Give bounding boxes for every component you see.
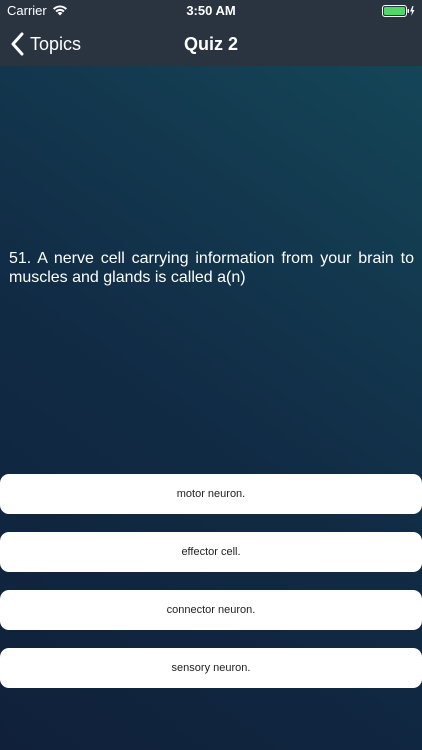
- answer-label: sensory neuron.: [171, 662, 251, 674]
- clock: 3:50 AM: [186, 3, 236, 18]
- answer-label: effector cell.: [181, 546, 241, 558]
- status-bar: Carrier 3:50 AM: [0, 0, 422, 22]
- answer-button-1[interactable]: motor neuron.: [0, 474, 422, 514]
- answer-label: connector neuron.: [166, 604, 256, 616]
- answer-button-2[interactable]: effector cell.: [0, 532, 422, 572]
- back-button[interactable]: Topics: [10, 22, 81, 66]
- answer-button-3[interactable]: connector neuron.: [0, 590, 422, 630]
- chevron-left-icon: [11, 32, 24, 56]
- back-label: Topics: [30, 33, 82, 54]
- answer-button-4[interactable]: sensory neuron.: [0, 648, 422, 688]
- navigation-bar: Topics Quiz 2: [0, 22, 422, 66]
- question-text: 51. A nerve cell carrying information fr…: [9, 250, 414, 286]
- battery-icon: [382, 5, 415, 17]
- answer-label: motor neuron.: [176, 488, 246, 500]
